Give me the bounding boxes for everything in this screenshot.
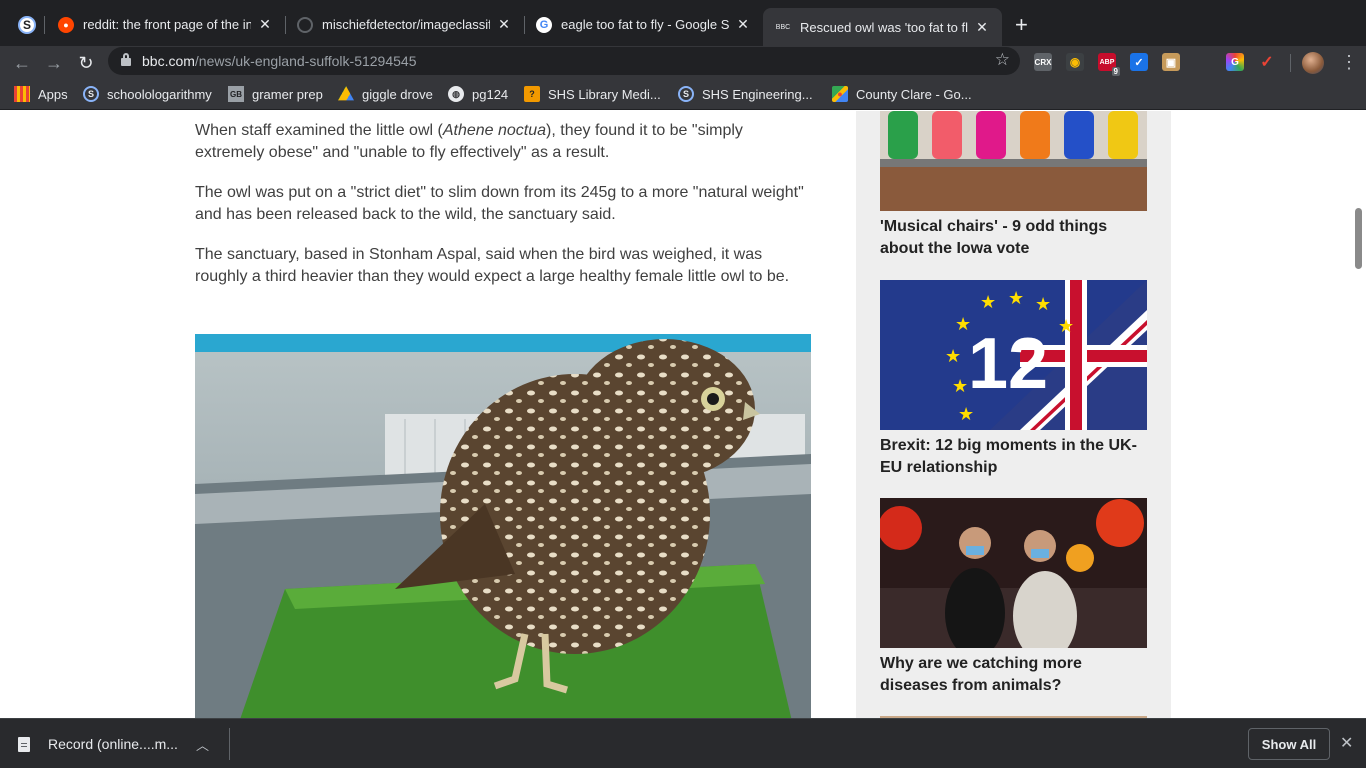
schoology-icon: S: [83, 86, 99, 102]
github-icon: [297, 16, 313, 33]
gb-icon: GB: [228, 86, 244, 102]
paragraph-3: The sanctuary, based in Stonham Aspal, s…: [195, 246, 790, 285]
owl-image: [195, 334, 811, 718]
related-stories-sidebar: 'Musical chairs' - 9 odd things about th…: [856, 111, 1171, 718]
related-headline[interactable]: 'Musical chairs' - 9 odd things about th…: [880, 216, 1147, 260]
svg-text:★: ★: [980, 292, 996, 313]
bookmark-county-clare[interactable]: ● County Clare - Go...: [832, 86, 972, 102]
bookmark-apps[interactable]: Apps: [14, 86, 68, 102]
close-icon[interactable]: ✕: [1340, 733, 1353, 753]
bookmark-giggle-drove[interactable]: giggle drove: [338, 86, 433, 102]
svg-text:★: ★: [945, 346, 961, 367]
tab-strip: S ● reddit: the front page of the intern…: [0, 0, 1366, 46]
menu-dots-icon[interactable]: ⋮: [1340, 50, 1358, 74]
close-tab-icon[interactable]: ✕: [257, 16, 273, 33]
lock-icon[interactable]: [121, 53, 131, 66]
species-name: Athene noctua: [442, 122, 547, 139]
tab-title: Rescued owl was 'too fat to fly': [800, 19, 968, 35]
dark-extension-icon[interactable]: [1194, 53, 1212, 71]
profile-avatar[interactable]: [1302, 52, 1324, 74]
tab-title: reddit: the front page of the internet: [83, 17, 251, 32]
bookmark-shs-library[interactable]: ? SHS Library Medi...: [524, 86, 661, 102]
bookmark-schoolologarithmy[interactable]: S schoolologarithmy: [83, 86, 212, 102]
tab-reddit[interactable]: ● reddit: the front page of the internet…: [46, 8, 285, 41]
box-icon[interactable]: ▣: [1162, 53, 1180, 71]
red-check-icon[interactable]: ✓: [1258, 53, 1276, 71]
brexit-thumbnail[interactable]: ★ ★ ★ ★ ★ ★ ★ ★ 12: [880, 280, 1147, 430]
reload-icon[interactable]: ↻: [74, 51, 98, 75]
related-headline[interactable]: Brexit: 12 big moments in the UK-EU rela…: [880, 435, 1147, 479]
address-bar[interactable]: bbc.com/news/uk-england-suffolk-51294545…: [108, 47, 1020, 75]
close-tab-icon[interactable]: ✕: [974, 19, 990, 36]
forward-arrow-icon[interactable]: →: [42, 51, 66, 75]
drive-icon: [338, 86, 354, 101]
back-arrow-icon[interactable]: ←: [10, 51, 34, 75]
chevron-up-icon[interactable]: ︿: [196, 735, 209, 754]
shelf-separator: [229, 728, 230, 760]
tab-separator: [44, 16, 45, 34]
bookmark-gramer-prep[interactable]: GB gramer prep: [228, 86, 323, 102]
maps-icon: ●: [832, 86, 848, 102]
adblock-badge: 9: [1111, 67, 1120, 76]
owl-photo: [195, 334, 811, 718]
adblock-icon[interactable]: ABP 9: [1098, 53, 1120, 76]
file-icon: [18, 736, 30, 752]
url-text[interactable]: bbc.com/news/uk-england-suffolk-51294545: [142, 53, 416, 69]
toolbar-separator: [1290, 54, 1291, 72]
paragraph-2: The owl was put on a "strict diet" to sl…: [195, 184, 804, 223]
svg-text:★: ★: [1008, 288, 1024, 309]
thumbnail-number: 12: [968, 324, 1048, 404]
library-icon: ?: [524, 86, 540, 102]
tab-google-search[interactable]: G eagle too fat to fly - Google Search ✕: [524, 8, 763, 41]
crx-icon[interactable]: CRX: [1034, 53, 1052, 71]
bookmark-pg124[interactable]: ◍ pg124: [448, 86, 508, 102]
chairs-thumbnail[interactable]: [880, 111, 1147, 211]
tab-title: mischiefdetector/imageclassifier: [322, 17, 490, 32]
show-all-button[interactable]: Show All: [1248, 728, 1330, 760]
bookmarks-bar: Apps S schoolologarithmy GB gramer prep …: [0, 80, 1366, 110]
page-scrollbar[interactable]: [1351, 111, 1366, 718]
tab-bbc-active[interactable]: BBC Rescued owl was 'too fat to fly' ✕: [763, 8, 1002, 46]
paragraph-1: When staff examined the little owl (Athe…: [195, 122, 743, 161]
globe-icon: ◍: [448, 86, 464, 102]
related-headline[interactable]: Why are we catching more diseases from a…: [880, 653, 1147, 697]
browser-toolbar: ← → ↻ bbc.com/news/uk-england-suffolk-51…: [0, 46, 1366, 80]
schoology-icon: S: [678, 86, 694, 102]
schoology-profile-icon[interactable]: S: [18, 16, 36, 34]
svg-text:★: ★: [952, 376, 968, 397]
close-tab-icon[interactable]: ✕: [496, 16, 512, 33]
scrollbar-thumb[interactable]: [1355, 208, 1362, 269]
download-item[interactable]: Record (online....m... ︿: [18, 719, 209, 769]
svg-text:★: ★: [1058, 316, 1074, 337]
related-card-brexit[interactable]: ★ ★ ★ ★ ★ ★ ★ ★ 12 Brexit: 12 big moments in…: [880, 280, 1147, 479]
adblock-label: ABP: [1099, 58, 1115, 66]
download-filename[interactable]: Record (online....m...: [48, 736, 178, 752]
new-tab-button[interactable]: +: [1015, 12, 1028, 38]
color-picker-icon[interactable]: G: [1226, 53, 1244, 71]
owl-icon[interactable]: ◉: [1066, 53, 1084, 71]
bookmark-star-icon[interactable]: ☆: [995, 50, 1010, 70]
tab-github[interactable]: mischiefdetector/imageclassifier ✕: [285, 8, 524, 41]
webpage-viewport: When staff examined the little owl (Athe…: [0, 111, 1366, 718]
apps-grid-icon: [14, 86, 30, 102]
tab-title: eagle too fat to fly - Google Search: [561, 17, 729, 32]
bookmark-shs-engineering[interactable]: S SHS Engineering...: [678, 86, 813, 102]
download-shelf: Record (online....m... ︿ Show All ✕: [0, 718, 1366, 768]
reddit-icon: ●: [58, 16, 74, 33]
svg-text:★: ★: [1035, 294, 1051, 315]
bbc-icon: BBC: [775, 23, 791, 31]
related-card-diseases[interactable]: Why are we catching more diseases from a…: [880, 498, 1147, 697]
article-body: When staff examined the little owl (Athe…: [195, 111, 815, 306]
close-tab-icon[interactable]: ✕: [735, 16, 751, 33]
masks-thumbnail[interactable]: [880, 498, 1147, 648]
svg-text:★: ★: [958, 404, 974, 425]
related-card-iowa[interactable]: 'Musical chairs' - 9 odd things about th…: [880, 111, 1147, 260]
checkmark-icon[interactable]: ✓: [1130, 53, 1148, 71]
google-icon: G: [536, 16, 552, 33]
